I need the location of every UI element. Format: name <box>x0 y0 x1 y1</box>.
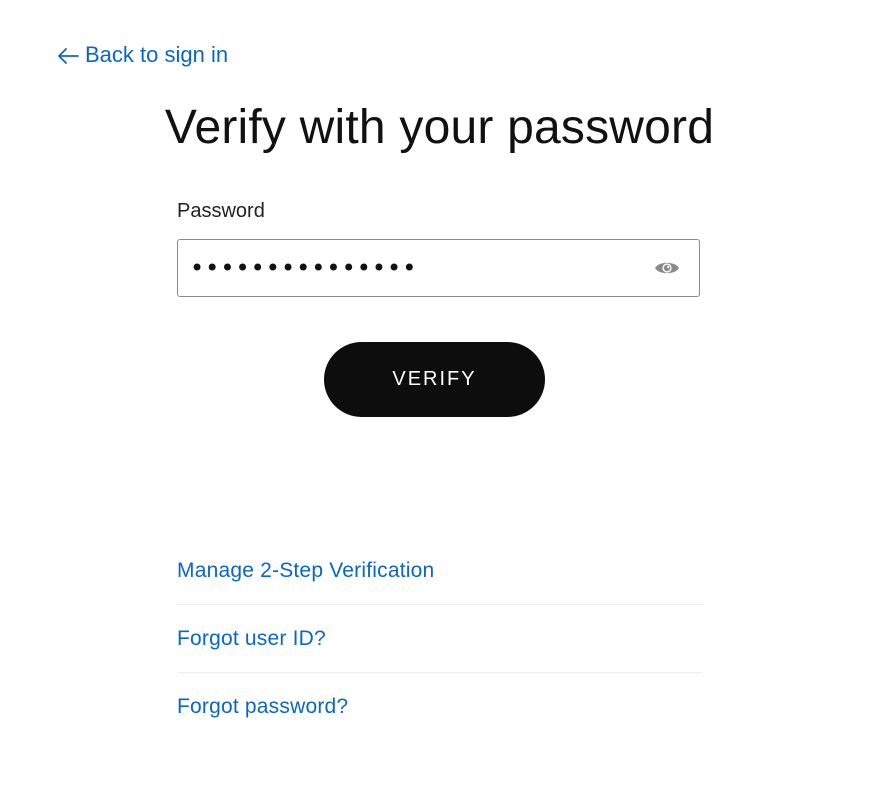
manage-2-step-verification-link[interactable]: Manage 2-Step Verification <box>177 559 434 583</box>
forgot-password-link[interactable]: Forgot password? <box>177 695 348 719</box>
link-row-forgot-password: Forgot password? <box>177 673 703 741</box>
eye-icon <box>655 262 679 274</box>
back-to-sign-in-link[interactable]: Back to sign in <box>56 40 228 70</box>
password-input[interactable] <box>178 240 647 296</box>
help-links: Manage 2-Step Verification Forgot user I… <box>177 537 703 741</box>
verify-button[interactable]: VERIFY <box>324 342 545 417</box>
page-title: Verify with your password <box>164 101 715 154</box>
link-row-manage-2-step: Manage 2-Step Verification <box>177 537 703 605</box>
back-link-label: Back to sign in <box>85 42 229 67</box>
password-label: Password <box>177 200 265 222</box>
show-password-toggle[interactable] <box>647 248 687 288</box>
link-row-forgot-user-id: Forgot user ID? <box>177 605 703 673</box>
forgot-user-id-link[interactable]: Forgot user ID? <box>177 627 326 651</box>
password-field <box>177 239 700 297</box>
arrow-left-icon <box>58 48 79 64</box>
